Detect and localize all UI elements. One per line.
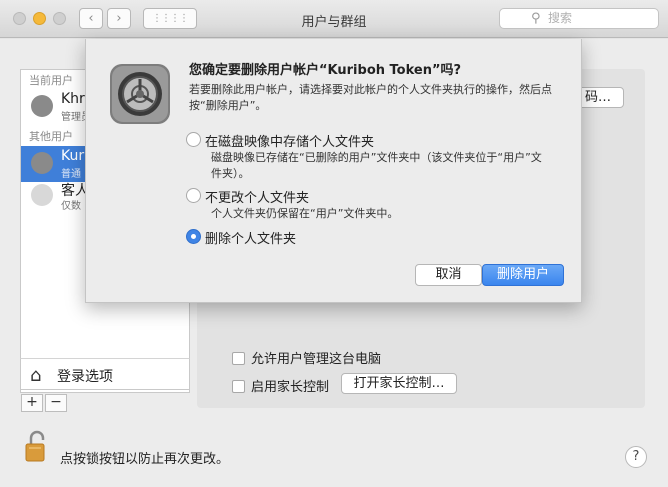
delete-user-dialog: 您确定要删除用户帐户“Kuriboh Token”吗? 若要删除此用户帐户，请选…	[85, 39, 582, 303]
dialog-title: 您确定要删除用户帐户“Kuriboh Token”吗?	[189, 63, 462, 78]
user-role: 仅数	[61, 201, 81, 212]
help-button[interactable]: ?	[625, 446, 647, 468]
search-field[interactable]: ⚲ 搜索	[499, 8, 659, 29]
change-password-button[interactable]: 码…	[578, 87, 624, 108]
keep-home-folder-label: 不更改个人文件夹	[205, 191, 310, 206]
avatar	[31, 152, 53, 174]
current-user-header: 当前用户	[29, 74, 73, 87]
allow-admin-label: 允许用户管理这台电脑	[251, 352, 382, 367]
delete-home-folder-label: 删除个人文件夹	[205, 232, 297, 247]
parental-controls-row[interactable]: 启用家长控制	[232, 376, 329, 395]
dialog-message: 若要删除此用户帐户，请选择要对此帐户的个人文件夹执行的操作，然后点按“删除用户”…	[189, 83, 552, 112]
lock-text: 点按锁按钮以防止再次更改。	[60, 452, 230, 467]
remove-user-button[interactable]: −	[45, 394, 67, 412]
login-options-row[interactable]: ⌂ 登录选项	[20, 358, 190, 390]
store-in-disk-image-radio[interactable]	[186, 132, 201, 147]
title-bar: ‹ › ⋮⋮⋮⋮ 用户与群组 ⚲ 搜索	[0, 0, 668, 38]
login-options-label: 登录选项	[57, 369, 113, 385]
open-parental-controls-button[interactable]: 打开家长控制…	[341, 373, 457, 394]
keep-home-folder-description: 个人文件夹仍保留在“用户”文件夹中。	[211, 207, 399, 220]
allow-admin-row[interactable]: 允许用户管理这台电脑	[232, 348, 381, 367]
parental-controls-label: 启用家长控制	[251, 380, 330, 395]
search-icon: ⚲	[531, 11, 541, 26]
system-preferences-gear-icon	[110, 64, 170, 124]
avatar	[31, 95, 53, 117]
add-user-button[interactable]: +	[21, 394, 43, 412]
parental-controls-checkbox[interactable]	[232, 380, 245, 393]
house-icon: ⌂	[30, 365, 42, 386]
store-in-disk-image-label: 在磁盘映像中存储个人文件夹	[205, 135, 375, 150]
delete-home-folder-radio[interactable]	[186, 229, 201, 244]
cancel-button[interactable]: 取消	[415, 264, 482, 286]
search-placeholder: 搜索	[548, 11, 573, 25]
allow-admin-checkbox[interactable]	[232, 352, 245, 365]
keep-home-folder-radio[interactable]	[186, 188, 201, 203]
delete-user-button[interactable]: 删除用户	[482, 264, 564, 286]
user-name: Kuri	[61, 148, 89, 164]
store-in-disk-image-description: 磁盘映像已存储在“已删除的用户”文件夹中（该文件夹位于“用户”文件夹）。	[211, 151, 542, 180]
other-users-header: 其他用户	[29, 130, 73, 143]
lock-icon[interactable]	[24, 430, 48, 462]
guest-avatar-icon	[31, 184, 53, 206]
